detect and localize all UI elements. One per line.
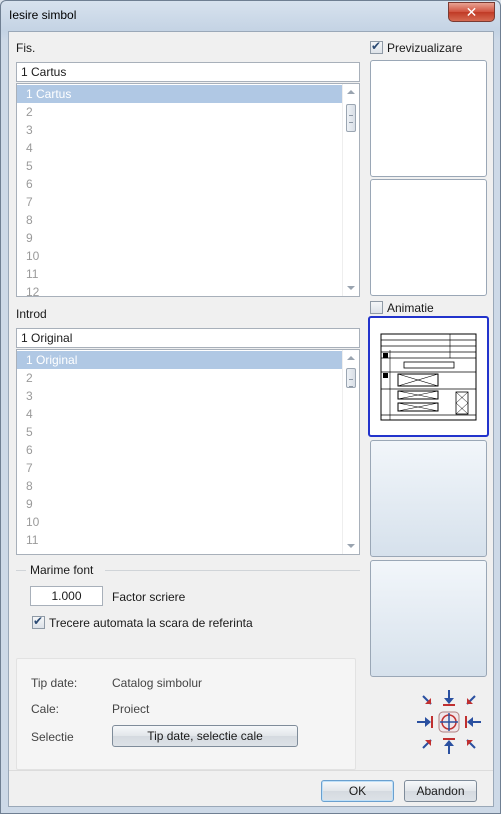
list-item[interactable]: 10: [17, 247, 359, 265]
preview-slot-5[interactable]: [370, 560, 487, 677]
animation-label: Animatie: [387, 301, 434, 315]
dialog-client: Fis. 1 Cartus 1 Cartus 2 3 4 5 6 7 8 9 10 11 12 Int…: [8, 31, 494, 807]
selectie-label: Selectie: [31, 730, 74, 744]
list-item[interactable]: 6: [17, 441, 359, 459]
ok-button[interactable]: OK: [321, 780, 394, 802]
scroll-thumb[interactable]: [346, 104, 356, 132]
list-item[interactable]: 8: [17, 477, 359, 495]
list-item[interactable]: 1 Original: [17, 351, 359, 369]
arrow-sw-icon[interactable]: [422, 739, 432, 749]
arrow-e-icon[interactable]: [465, 716, 481, 728]
title-bar[interactable]: Iesire simbol ✕: [1, 1, 500, 31]
dialog-footer: OK Abandon: [9, 770, 493, 806]
list-item[interactable]: 4: [17, 405, 359, 423]
scroll-down-icon[interactable]: [347, 544, 355, 548]
scroll-thumb[interactable]: [346, 368, 356, 388]
arrow-se-icon[interactable]: [466, 739, 476, 749]
list-item[interactable]: 9: [17, 495, 359, 513]
list-item[interactable]: 4: [17, 139, 359, 157]
preview-checkbox[interactable]: [370, 39, 383, 54]
close-button[interactable]: ✕: [448, 2, 495, 22]
cale-value: Proiect: [112, 702, 150, 716]
list-item[interactable]: 12: [17, 283, 359, 296]
info-panel: Tip date: Catalog simbolur Cale: Proiect…: [16, 658, 356, 770]
introd-label: Introd: [16, 307, 47, 321]
list-item[interactable]: 2: [17, 369, 359, 387]
arrow-s-icon[interactable]: [443, 738, 455, 754]
list-item[interactable]: 8: [17, 211, 359, 229]
arrow-w-icon[interactable]: [417, 716, 433, 728]
preview-slot-2[interactable]: [370, 179, 487, 296]
list-item[interactable]: 7: [17, 459, 359, 477]
list-item[interactable]: 5: [17, 157, 359, 175]
list-item[interactable]: 6: [17, 175, 359, 193]
arrow-nw-icon[interactable]: [422, 695, 432, 705]
auto-scale-checkbox[interactable]: [32, 614, 45, 629]
select-path-button[interactable]: Tip date, selectie cale: [112, 725, 298, 747]
window-title: Iesire simbol: [9, 8, 77, 22]
group-line: [16, 570, 26, 571]
scroll-up-icon[interactable]: [347, 90, 355, 94]
list-item[interactable]: 1 Cartus: [17, 85, 359, 103]
introd-scrollbar[interactable]: [342, 350, 359, 554]
cancel-button[interactable]: Abandon: [404, 780, 477, 802]
dialog-window: Iesire simbol ✕ Fis. 1 Cartus 1 Cartus 2 3…: [0, 0, 501, 814]
tip-date-value: Catalog simbolur: [112, 676, 203, 690]
list-item[interactable]: 3: [17, 387, 359, 405]
group-line: [105, 570, 360, 571]
list-item[interactable]: 7: [17, 193, 359, 211]
fis-label: Fis.: [16, 41, 36, 55]
scroll-up-icon[interactable]: [347, 356, 355, 360]
font-group-label: Marime font: [30, 563, 94, 577]
auto-scale-label: Trecere automata la scara de referinta: [49, 616, 253, 630]
preview-slot-4[interactable]: [370, 440, 487, 557]
arrow-n-icon[interactable]: [443, 690, 455, 706]
fis-scrollbar[interactable]: [342, 84, 359, 296]
list-item[interactable]: 5: [17, 423, 359, 441]
arrow-ne-icon[interactable]: [466, 695, 476, 705]
fis-list[interactable]: 1 Cartus 2 3 4 5 6 7 8 9 10 11 12: [16, 83, 360, 297]
preview-slot-1[interactable]: [370, 60, 487, 177]
introd-list[interactable]: 1 Original 2 3 4 5 6 7 8 9 10 11: [16, 349, 360, 555]
cale-label: Cale:: [31, 702, 60, 716]
introd-combo[interactable]: 1 Original: [16, 328, 360, 348]
list-item[interactable]: 10: [17, 513, 359, 531]
list-item[interactable]: 11: [17, 531, 359, 549]
animation-checkbox[interactable]: [370, 301, 383, 314]
fis-combo[interactable]: 1 Cartus: [16, 62, 360, 82]
list-item[interactable]: 9: [17, 229, 359, 247]
scroll-down-icon[interactable]: [347, 286, 355, 290]
list-item[interactable]: 2: [17, 103, 359, 121]
list-item[interactable]: 11: [17, 265, 359, 283]
font-factor-label: Factor scriere: [112, 590, 186, 604]
font-factor-input[interactable]: 1.000: [30, 586, 103, 606]
preview-slot-selected[interactable]: [368, 316, 489, 437]
list-item[interactable]: 3: [17, 121, 359, 139]
view-navigation: [413, 686, 485, 758]
symbol-drawing-icon: [380, 333, 477, 421]
center-target-icon[interactable]: [438, 711, 460, 733]
preview-label: Previzualizare: [387, 41, 463, 55]
tip-date-label: Tip date:: [31, 676, 78, 690]
